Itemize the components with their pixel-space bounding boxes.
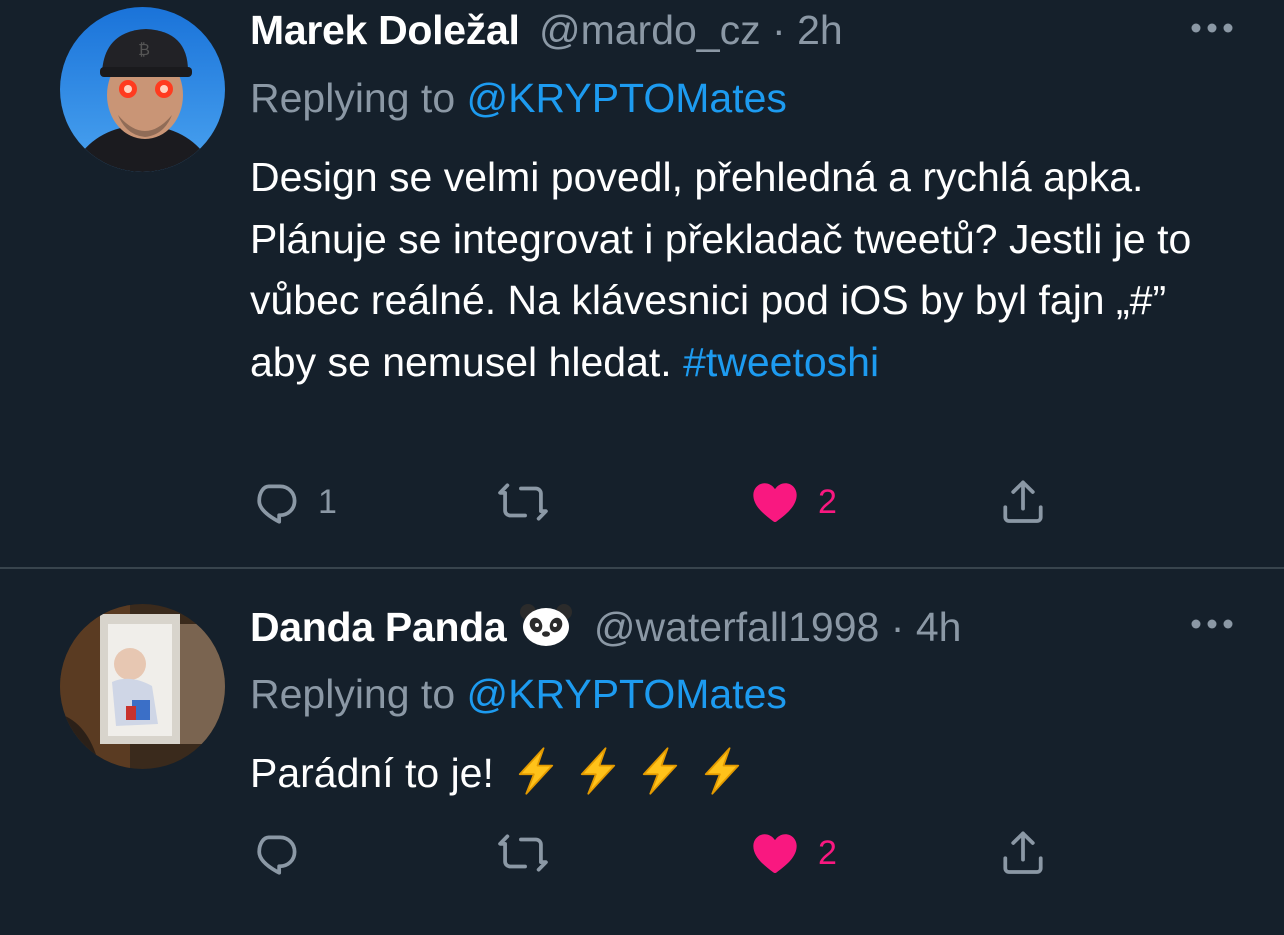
reply-count: 1 xyxy=(318,482,337,521)
like-count: 2 xyxy=(818,833,837,872)
share-button[interactable] xyxy=(998,823,1048,883)
replying-to: Replying to @KRYPTOMates xyxy=(250,664,787,724)
retweet-icon xyxy=(498,483,548,521)
more-horizontal-icon[interactable] xyxy=(1190,18,1234,38)
action-bar: 2 xyxy=(250,823,1070,883)
separator-dot: · xyxy=(772,7,786,53)
like-button[interactable]: 2 xyxy=(750,472,837,532)
reply-button[interactable]: 1 xyxy=(250,472,337,532)
like-button[interactable]: 2 xyxy=(750,823,837,883)
mention-link[interactable]: @KRYPTOMates xyxy=(467,75,787,121)
reply-button[interactable] xyxy=(250,823,318,883)
tweet-text: Design se velmi povedl, přehledná a rych… xyxy=(250,147,1210,393)
more-horizontal-icon[interactable] xyxy=(1190,614,1234,634)
reply-icon xyxy=(257,484,297,524)
share-icon xyxy=(1003,831,1043,874)
tweet-text: Parádní to je! xyxy=(250,743,1210,805)
avatar-photo-icon xyxy=(60,604,225,769)
replying-to-label: Replying to xyxy=(250,671,456,717)
svg-text:₿: ₿ xyxy=(138,40,150,59)
display-name[interactable]: Danda Panda xyxy=(250,604,507,650)
lightning-emoji-icon xyxy=(704,747,740,795)
avatar[interactable]: ₿ xyxy=(60,7,225,172)
mention-link[interactable]: @KRYPTOMates xyxy=(467,671,787,717)
hashtag-link[interactable]: #tweetoshi xyxy=(683,339,879,385)
share-button[interactable] xyxy=(998,472,1048,532)
tweet[interactable]: Danda Panda @waterfall1998 · 4h Replying… xyxy=(0,569,1284,935)
tweet-text-content: Parádní to je! xyxy=(250,750,494,796)
replying-to-label: Replying to xyxy=(250,75,456,121)
share-icon xyxy=(1003,480,1043,523)
separator-dot: · xyxy=(890,604,905,650)
user-handle[interactable]: @mardo_cz xyxy=(539,7,761,53)
user-handle[interactable]: @waterfall1998 xyxy=(594,604,880,650)
timestamp[interactable]: 4h xyxy=(916,604,962,650)
avatar-photo-icon: ₿ xyxy=(60,7,225,172)
tweet-header: Marek Doležal @mardo_cz · 2h xyxy=(250,0,843,60)
reply-icon xyxy=(257,835,297,875)
heart-filled-icon xyxy=(753,483,797,522)
lightning-emoji-icon xyxy=(580,747,616,795)
avatar[interactable] xyxy=(60,604,225,769)
panda-emoji-icon xyxy=(520,604,573,646)
like-count: 2 xyxy=(818,482,837,521)
timestamp[interactable]: 2h xyxy=(797,7,843,53)
lightning-emoji-icon xyxy=(642,747,678,795)
replying-to: Replying to @KRYPTOMates xyxy=(250,68,787,128)
tweet-header: Danda Panda @waterfall1998 · 4h xyxy=(250,597,961,657)
action-bar: 1 2 xyxy=(250,472,1070,532)
display-name[interactable]: Marek Doležal xyxy=(250,7,520,53)
retweet-button[interactable] xyxy=(496,823,550,883)
heart-filled-icon xyxy=(753,834,797,873)
retweet-icon xyxy=(498,834,548,872)
tweet[interactable]: ₿ Marek Doležal @mardo_cz · 2h Replying … xyxy=(0,0,1284,568)
lightning-emoji-icon xyxy=(518,747,554,795)
retweet-button[interactable] xyxy=(496,472,550,532)
